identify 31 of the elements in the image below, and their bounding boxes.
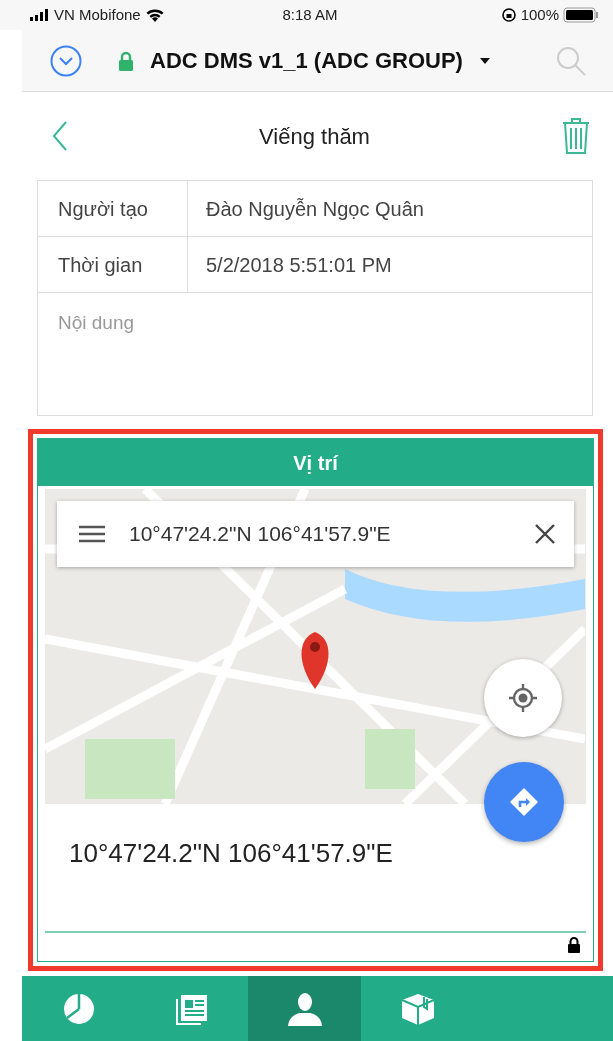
pie-chart-icon [61,992,96,1026]
location-heading: Vị trí [38,439,593,486]
newspaper-icon [175,993,208,1025]
crosshair-icon [508,683,538,713]
rotation-lock-icon [500,7,517,23]
field-value: 5/2/2018 5:51:01 PM [205,252,392,278]
field-value: Đào Nguyễn Ngọc Quân [205,196,424,222]
box-icon [399,992,436,1026]
caret-icon[interactable] [478,56,491,65]
chevron-down-circle-icon[interactable] [50,44,82,77]
battery-icon [563,7,599,23]
page-title: Viếng thăm [259,122,370,151]
clock-time: 8:18 AM [281,4,339,25]
back-icon[interactable] [52,121,68,151]
close-icon[interactable] [534,523,556,545]
my-location-button[interactable] [484,659,562,737]
carrier-name: VN Mobifone [54,4,141,25]
nav-tab[interactable] [248,976,361,1041]
lock-icon [118,50,134,71]
person-icon [286,992,323,1026]
turn-arrow-icon [509,787,539,817]
trash-icon[interactable] [561,117,591,155]
lock-icon [567,937,581,953]
battery-percent: 100% [520,4,559,25]
wifi-icon [144,8,165,22]
directions-button[interactable] [484,762,564,842]
field-label: Người tạo [38,181,188,236]
signal-icon [30,9,50,21]
content-field[interactable]: Nội dung [37,292,593,416]
coordinates-text: 10°47'24.2"N 106°41'57.9"E [68,837,394,870]
menu-icon[interactable] [79,525,105,543]
